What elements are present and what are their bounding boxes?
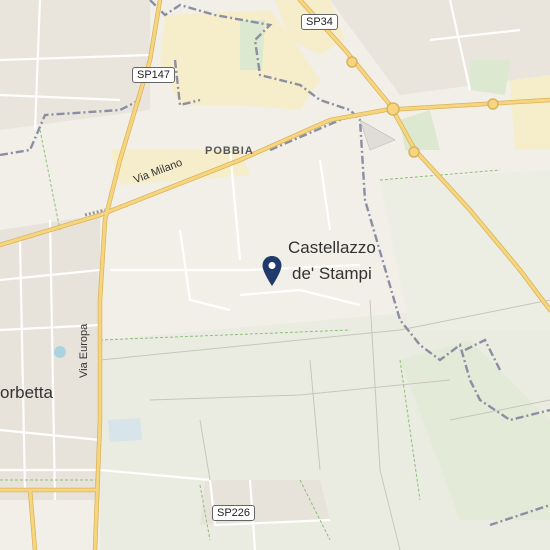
map-canvas[interactable]: SP34 SP147 SP226 Via Milano Via Europa P… bbox=[0, 0, 550, 550]
shield-sp34: SP34 bbox=[301, 14, 338, 30]
place-label-pobbia: POBBIA bbox=[205, 145, 254, 157]
shield-sp226: SP226 bbox=[212, 505, 256, 521]
shield-sp147: SP147 bbox=[132, 67, 176, 83]
place-label-castellazzo-line2: de' Stampi bbox=[292, 264, 372, 283]
place-label-corbetta: orbetta bbox=[0, 383, 53, 402]
map-pin-icon[interactable] bbox=[262, 256, 282, 286]
place-label-castellazzo-line1: Castellazzo bbox=[288, 238, 376, 257]
road-label-via-europa: Via Europa bbox=[78, 323, 90, 378]
